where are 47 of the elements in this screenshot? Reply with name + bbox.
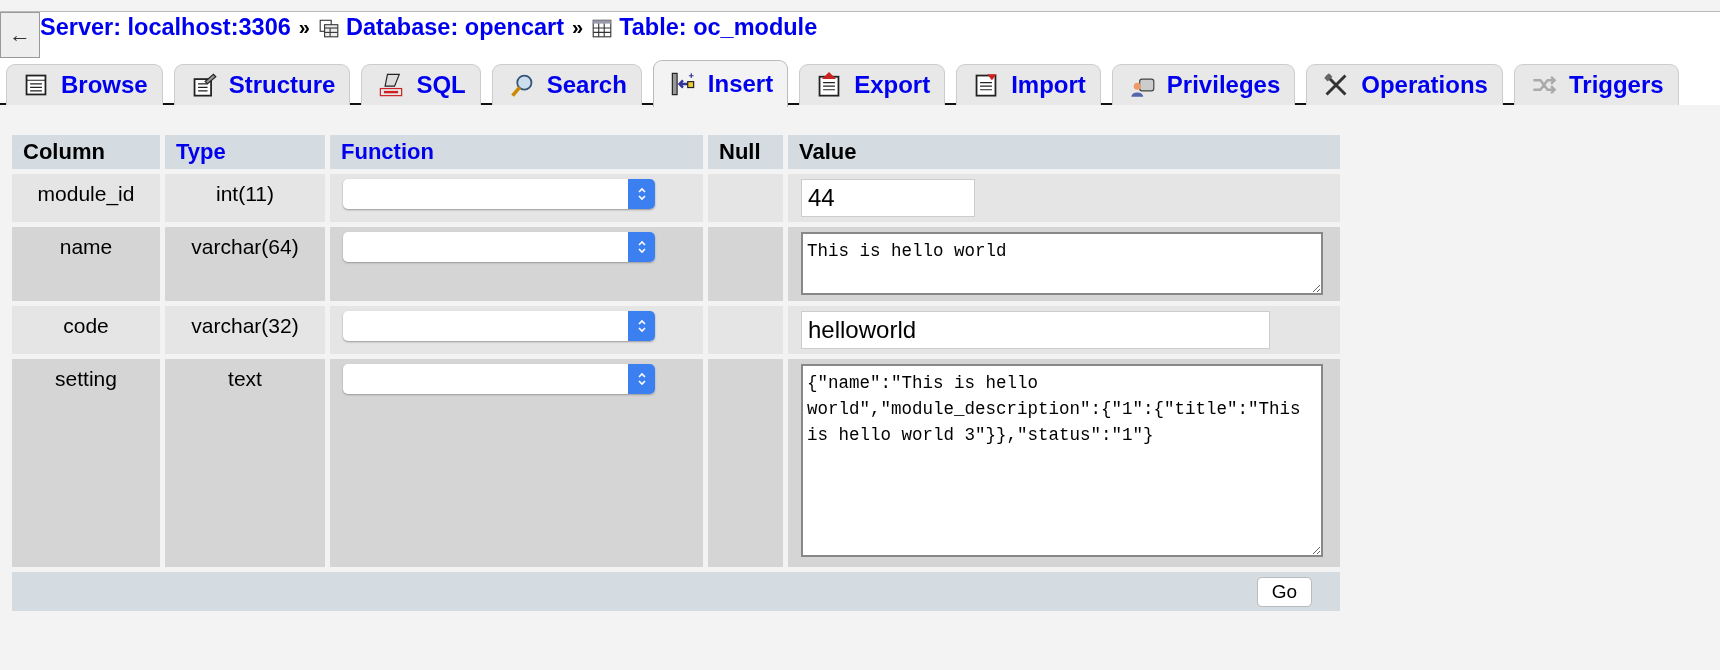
value-input[interactable]: 44 xyxy=(801,179,975,217)
back-button[interactable]: ← xyxy=(0,12,40,58)
stepper-icon xyxy=(628,364,655,394)
breadcrumb-link[interactable]: Database: opencart xyxy=(345,14,565,41)
table-cell: varchar(64) xyxy=(165,227,325,301)
stepper-icon xyxy=(628,311,655,341)
go-button[interactable]: Go xyxy=(1256,576,1312,607)
tab[interactable]: Insert xyxy=(652,60,789,107)
column-header[interactable]: Function xyxy=(330,135,703,169)
value-input[interactable]: helloworld xyxy=(801,311,1270,349)
table-cell: module_id xyxy=(12,174,160,222)
tab[interactable]: Triggers xyxy=(1513,64,1679,105)
function-select[interactable] xyxy=(343,179,655,209)
function-select[interactable] xyxy=(343,364,655,394)
tab[interactable]: Browse xyxy=(6,64,163,105)
tab[interactable]: Privileges xyxy=(1111,64,1296,105)
table-cell: code xyxy=(12,306,160,354)
table-cell: setting xyxy=(12,359,160,567)
breadcrumb-link[interactable]: Table: oc_module xyxy=(619,14,818,41)
search-icon xyxy=(508,72,535,98)
table-icon xyxy=(23,72,49,98)
stepper-icon xyxy=(628,179,655,209)
table-cell: int(11) xyxy=(165,174,325,222)
column-header: Column xyxy=(12,135,160,169)
column-header: Null xyxy=(708,135,783,169)
import-icon xyxy=(973,72,1000,98)
breadcrumb-separator: » xyxy=(298,16,310,39)
column-header[interactable]: Type xyxy=(165,135,325,169)
sql-icon xyxy=(378,72,405,98)
tab[interactable]: Export xyxy=(799,64,946,105)
function-select[interactable] xyxy=(343,232,655,262)
breadcrumb-separator: » xyxy=(572,16,584,39)
tab[interactable]: Operations xyxy=(1306,64,1503,105)
table-cell: varchar(32) xyxy=(165,306,325,354)
tab[interactable]: SQL xyxy=(361,64,481,105)
tab[interactable]: Structure xyxy=(173,64,351,105)
table-cell: text xyxy=(165,359,325,567)
breadcrumb-link[interactable]: Server: localhost:3306 xyxy=(40,14,291,41)
tab[interactable]: Import xyxy=(956,64,1101,105)
value-textarea[interactable]: This is hello world xyxy=(801,232,1323,295)
column-header: Value xyxy=(788,135,1340,169)
tab[interactable]: Search xyxy=(491,64,642,105)
value-textarea[interactable]: {"name":"This is hello world","module_description":{"1":{"title":"This is hello world 3"}},"status":"1"} xyxy=(801,364,1323,557)
stepper-icon xyxy=(628,232,655,262)
insert-icon xyxy=(669,71,696,97)
function-select[interactable] xyxy=(343,311,655,341)
table-cell: name xyxy=(12,227,160,301)
